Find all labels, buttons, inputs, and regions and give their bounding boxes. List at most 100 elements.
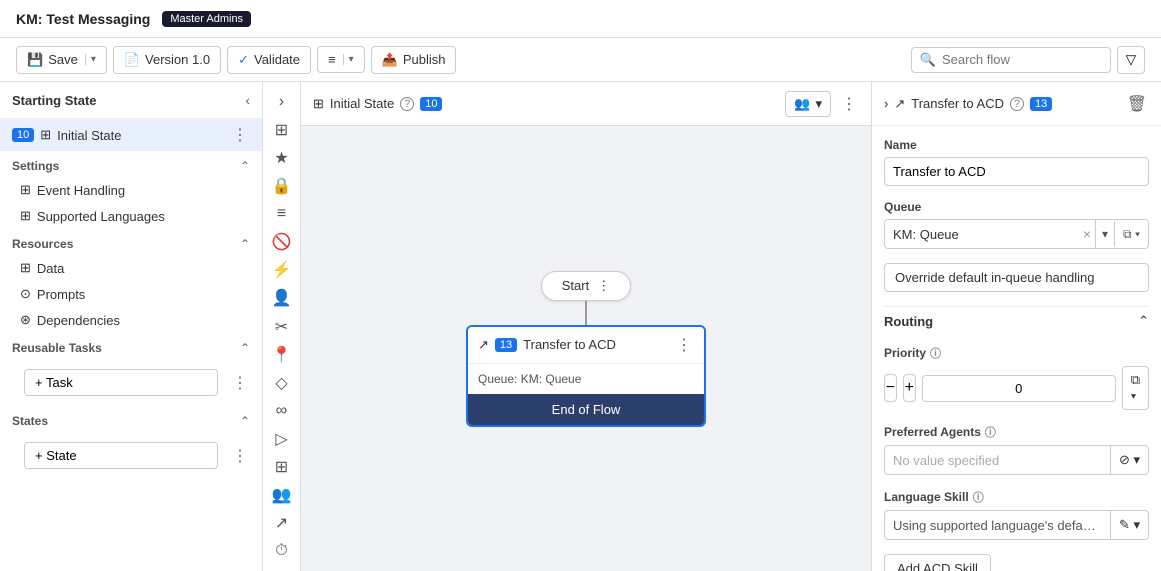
supported-languages-item[interactable]: ⊞ Supported Languages xyxy=(0,203,262,229)
queue-arrow-icon[interactable]: ▾ xyxy=(1096,221,1115,247)
tool-icon-6[interactable]: ⚡ xyxy=(267,258,297,282)
queue-copy-button[interactable]: ⧉ ▾ xyxy=(1115,221,1148,248)
add-acd-skill-button[interactable]: Add ACD Skill xyxy=(884,554,991,571)
flow-transfer-node[interactable]: ↗ 13 Transfer to ACD ⋮ Queue: KM: Queue … xyxy=(466,325,706,427)
queue-select[interactable]: KM: Queue × ▾ ⧉ ▾ xyxy=(884,219,1149,249)
right-panel-body: Name Queue KM: Queue × ▾ ⧉ ▾ Override de… xyxy=(872,126,1161,571)
language-skill-info-icon[interactable]: ⓘ xyxy=(973,489,984,505)
tool-icon-10[interactable]: ◇ xyxy=(267,371,297,395)
priority-row: − + ⧉ ▾ xyxy=(884,366,1149,410)
data-icon: ⊞ xyxy=(20,260,31,276)
tasks-kebab-button[interactable]: ⋮ xyxy=(230,373,250,393)
data-item[interactable]: ⊞ Data xyxy=(0,255,262,281)
resources-chevron-icon[interactable]: ⌃ xyxy=(240,237,250,251)
flow-node-queue: Queue: KM: Queue xyxy=(478,372,581,386)
agents-caret-icon: ▾ xyxy=(815,96,822,112)
states-chevron-icon[interactable]: ⌃ xyxy=(240,414,250,428)
settings-chevron-icon[interactable]: ⌃ xyxy=(240,159,250,173)
tool-icon-15[interactable]: ↗ xyxy=(267,511,297,535)
add-task-row: + Task ⋮ xyxy=(0,359,262,406)
tool-icon-11[interactable]: ∞ xyxy=(267,399,297,423)
preferred-agents-input[interactable]: No value specified ⊘ ▾ xyxy=(884,445,1149,475)
prompts-icon: ⊙ xyxy=(20,286,31,302)
canvas-help-icon[interactable]: ? xyxy=(400,97,414,111)
tool-icon-12[interactable]: ▷ xyxy=(267,427,297,451)
queue-field-group: Queue KM: Queue × ▾ ⧉ ▾ xyxy=(884,200,1149,249)
sidebar-collapse-button[interactable]: ‹ xyxy=(245,92,250,108)
search-icon: 🔍 xyxy=(920,52,936,68)
add-task-button[interactable]: + Task xyxy=(24,369,218,396)
name-field-group: Name xyxy=(884,138,1149,186)
save-button[interactable]: 💾 Save ▾ xyxy=(16,46,107,74)
tool-icon-7[interactable]: 👤 xyxy=(267,286,297,310)
tool-icon-3[interactable]: 🔒 xyxy=(267,174,297,198)
language-skill-input[interactable]: Using supported language's default langu… xyxy=(884,510,1149,540)
reusable-tasks-chevron-icon[interactable]: ⌃ xyxy=(240,341,250,355)
tool-icon-13[interactable]: ⊞ xyxy=(267,455,297,479)
add-state-button[interactable]: + State xyxy=(24,442,218,469)
version-button[interactable]: 📄 Version 1.0 xyxy=(113,46,221,74)
override-btn[interactable]: Override default in-queue handling xyxy=(884,263,1149,292)
publish-button[interactable]: 📤 Publish xyxy=(371,46,457,74)
preferred-agents-label: Preferred Agents xyxy=(884,425,981,439)
search-input[interactable] xyxy=(942,52,1102,67)
event-handling-icon: ⊞ xyxy=(20,182,31,198)
flow-node-kebab-button[interactable]: ⋮ xyxy=(674,335,694,355)
initial-state-num: 10 xyxy=(12,128,34,142)
flow-start-node: Start ⋮ xyxy=(541,271,631,301)
search-box[interactable]: 🔍 xyxy=(911,47,1111,73)
canvas-kebab-button[interactable]: ⋮ xyxy=(839,94,859,114)
save-icon: 💾 xyxy=(27,52,43,68)
tool-icon-9[interactable]: 📍 xyxy=(267,343,297,367)
filter-button[interactable]: ▽ xyxy=(1117,46,1145,74)
tool-icon-8[interactable]: ✂ xyxy=(267,315,297,339)
list-button[interactable]: ≡ ▾ xyxy=(317,46,365,73)
tool-icon-1[interactable]: ⊞ xyxy=(267,118,297,142)
priority-copy-button[interactable]: ⧉ ▾ xyxy=(1122,366,1149,410)
queue-clear-icon[interactable]: × xyxy=(1079,220,1096,248)
queue-label: Queue xyxy=(884,200,921,214)
routing-chevron-icon[interactable]: ⌃ xyxy=(1138,313,1149,329)
expand-left-button[interactable]: › xyxy=(267,90,297,114)
supported-languages-icon: ⊞ xyxy=(20,208,31,224)
name-input[interactable] xyxy=(884,157,1149,186)
right-panel-close-button[interactable]: 🗑 xyxy=(1125,94,1149,114)
settings-section-header: Settings ⌃ xyxy=(0,151,262,177)
priority-plus-button[interactable]: + xyxy=(903,374,916,402)
priority-info-icon[interactable]: ⓘ xyxy=(930,345,941,361)
event-handling-item[interactable]: ⊞ Event Handling xyxy=(0,177,262,203)
language-skill-edit-button[interactable]: ✎ ▾ xyxy=(1110,511,1148,539)
flow-start-label: Start xyxy=(562,278,589,293)
states-kebab-button[interactable]: ⋮ xyxy=(230,446,250,466)
canvas: ⊞ Initial State ? 10 👥 ▾ ⋮ Start ⋮ xyxy=(301,82,871,571)
tool-icon-14[interactable]: 👥 xyxy=(267,483,297,507)
preferred-agents-icon[interactable]: ⊘ ▾ xyxy=(1110,446,1148,474)
tool-icon-2[interactable]: ★ xyxy=(267,146,297,170)
save-caret-icon: ▾ xyxy=(85,54,96,65)
filter-icon: ▽ xyxy=(1126,52,1136,67)
tool-icon-4[interactable]: ≡ xyxy=(267,202,297,226)
canvas-body: Start ⋮ ↗ 13 Transfer to ACD ⋮ Queue: xyxy=(301,126,871,571)
language-skill-value: Using supported language's default langu… xyxy=(885,512,1110,539)
dependencies-item[interactable]: ⊛ Dependencies xyxy=(0,307,262,333)
initial-state-item[interactable]: 10 ⊞ Initial State ⋮ xyxy=(0,119,262,151)
agents-icon: 👥 xyxy=(794,96,810,112)
resources-title: Resources xyxy=(12,237,73,251)
publish-icon: 📤 xyxy=(382,52,398,68)
canvas-agents-button[interactable]: 👥 ▾ xyxy=(785,91,831,117)
right-panel-help-icon[interactable]: ? xyxy=(1010,97,1024,111)
reusable-tasks-header: Reusable Tasks ⌃ xyxy=(0,333,262,359)
prompts-item[interactable]: ⊙ Prompts xyxy=(0,281,262,307)
app-title: KM: Test Messaging xyxy=(16,11,150,27)
flow-node-badge: 13 xyxy=(495,338,517,352)
validate-check-icon: ✓ xyxy=(238,52,249,68)
tool-icon-16[interactable]: ⏱ xyxy=(267,539,297,563)
right-panel-chevron-icon[interactable]: › xyxy=(884,96,888,111)
tool-icon-5[interactable]: 🚫 xyxy=(267,230,297,254)
preferred-agents-info-icon[interactable]: ⓘ xyxy=(985,424,996,440)
flow-start-kebab-icon[interactable]: ⋮ xyxy=(597,278,610,294)
priority-input[interactable] xyxy=(922,375,1116,402)
validate-button[interactable]: ✓ Validate xyxy=(227,46,311,74)
initial-state-kebab-button[interactable]: ⋮ xyxy=(230,125,250,145)
priority-minus-button[interactable]: − xyxy=(884,374,897,402)
